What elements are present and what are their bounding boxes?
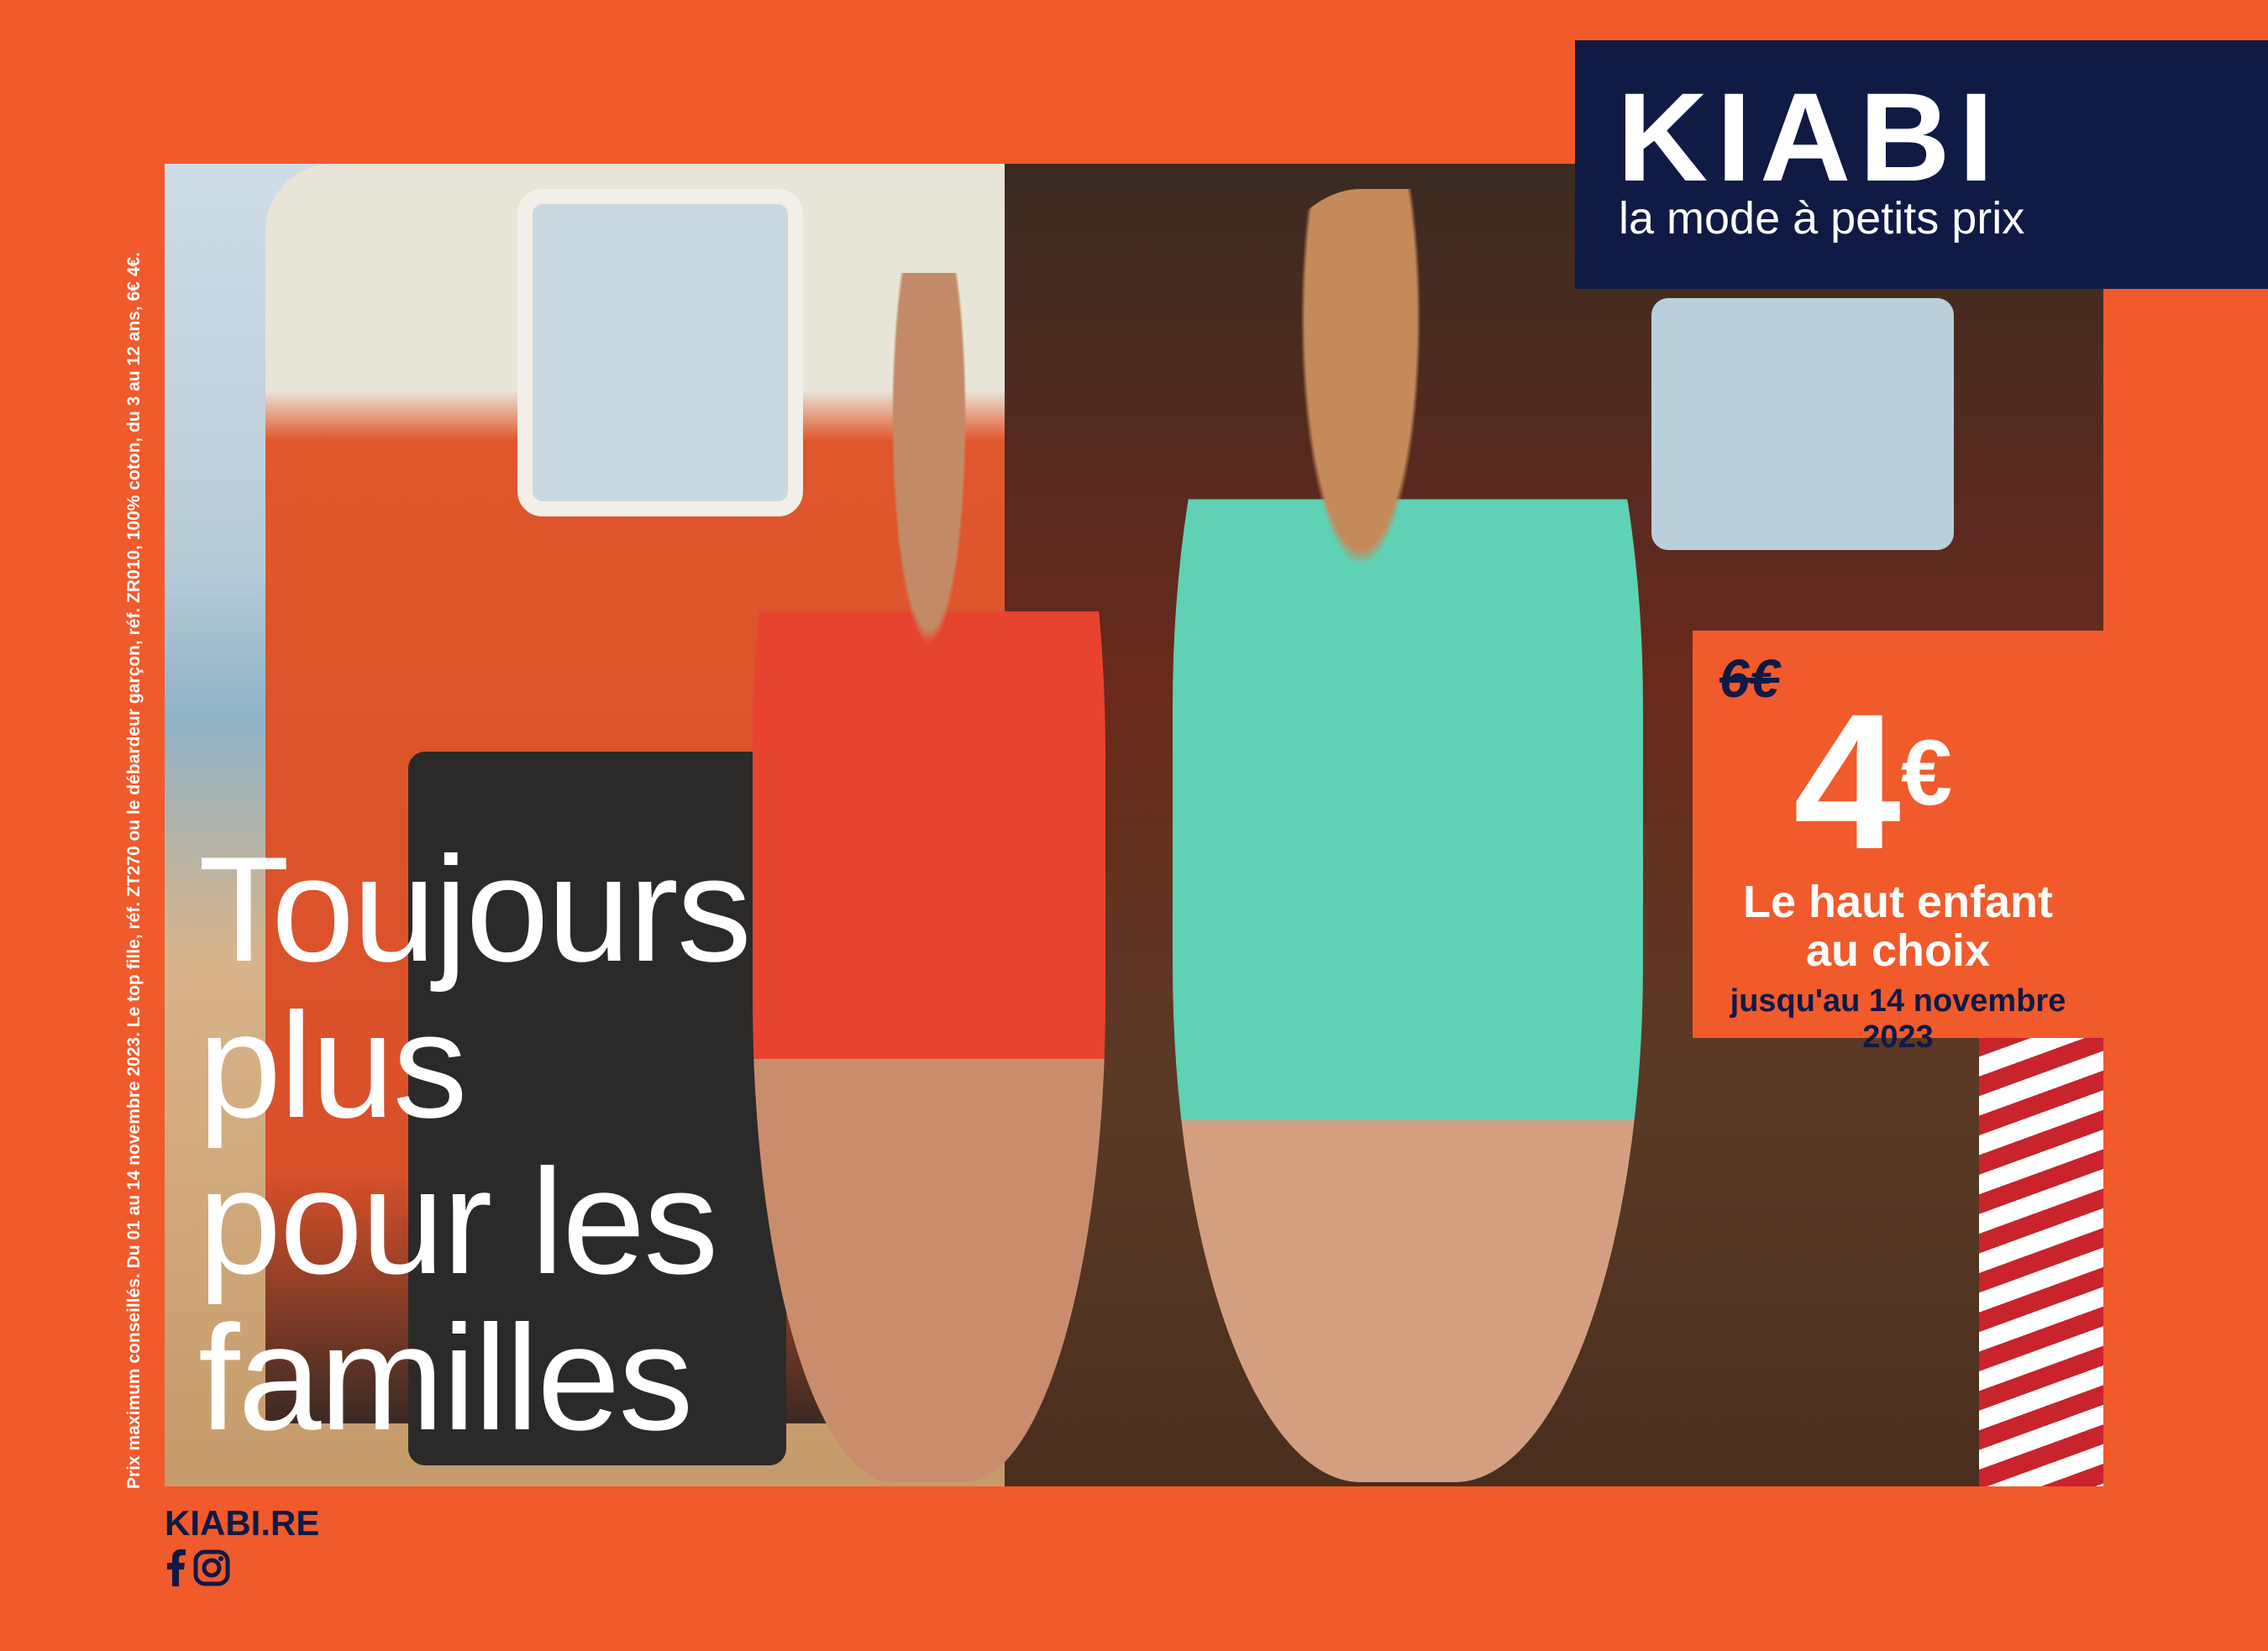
currency-symbol: € — [1900, 721, 1953, 825]
website-link[interactable]: KIABI.RE — [165, 1503, 319, 1544]
headline-line: pour les — [198, 1138, 718, 1305]
new-price: 4€ — [1793, 681, 1952, 883]
old-price: 6€ — [1719, 648, 1780, 709]
description-line: Le haut enfant — [1742, 877, 2053, 927]
logo-brand: KIABI — [1617, 66, 2003, 207]
van-back-window — [1651, 298, 1954, 550]
description-line: au choix — [1805, 925, 1991, 976]
social-icons — [165, 1549, 230, 1586]
logo-tagline: la mode à petits prix — [1619, 193, 2025, 244]
headline-line: Toujours — [198, 826, 752, 993]
validity-date: jusqu'au 14 novembre 2023 — [1730, 983, 2066, 1055]
striped-towel — [1979, 1037, 2103, 1486]
new-price-value: 4 — [1793, 674, 1901, 889]
instagram-icon[interactable] — [193, 1549, 230, 1586]
van-window — [517, 189, 803, 516]
girl — [753, 273, 1105, 1482]
price-box: 6€ 4€ Le haut enfant au choix jusqu'au 1… — [1693, 631, 2103, 1055]
facebook-icon[interactable] — [165, 1549, 186, 1586]
headline-line: familles — [198, 1294, 693, 1461]
headline-line: plus — [198, 982, 468, 1149]
headline: Toujours plus pour les familles — [198, 826, 752, 1461]
price-description: Le haut enfant au choix — [1693, 878, 2103, 975]
boy — [1173, 189, 1643, 1482]
kiabi-logo[interactable]: KIABI la mode à petits prix — [1575, 40, 2268, 289]
legal-disclaimer: Prix maximum conseillés. Du 01 au 14 nov… — [124, 252, 144, 1489]
